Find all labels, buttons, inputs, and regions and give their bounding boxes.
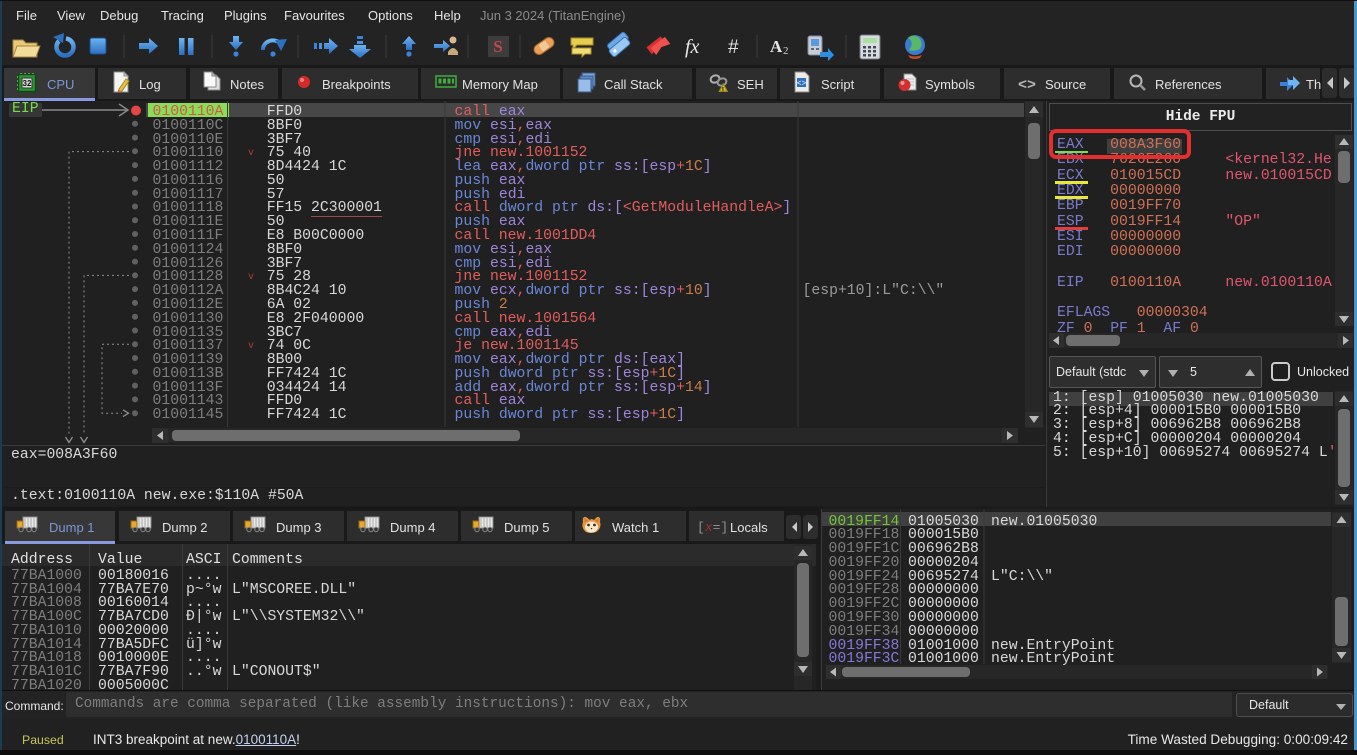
svg-text:A: A	[770, 37, 783, 56]
svg-text:<>: <>	[1018, 77, 1036, 94]
svg-text:!: !	[722, 86, 725, 95]
svg-text:32: 32	[23, 79, 32, 88]
svg-text:fx: fx	[685, 36, 700, 58]
svg-text:<>: <>	[797, 80, 807, 89]
svg-text:S: S	[493, 37, 502, 56]
svg-text:2: 2	[783, 45, 789, 57]
svg-text:[x=]: [x=]	[697, 520, 728, 535]
svg-text:#: #	[728, 37, 739, 58]
